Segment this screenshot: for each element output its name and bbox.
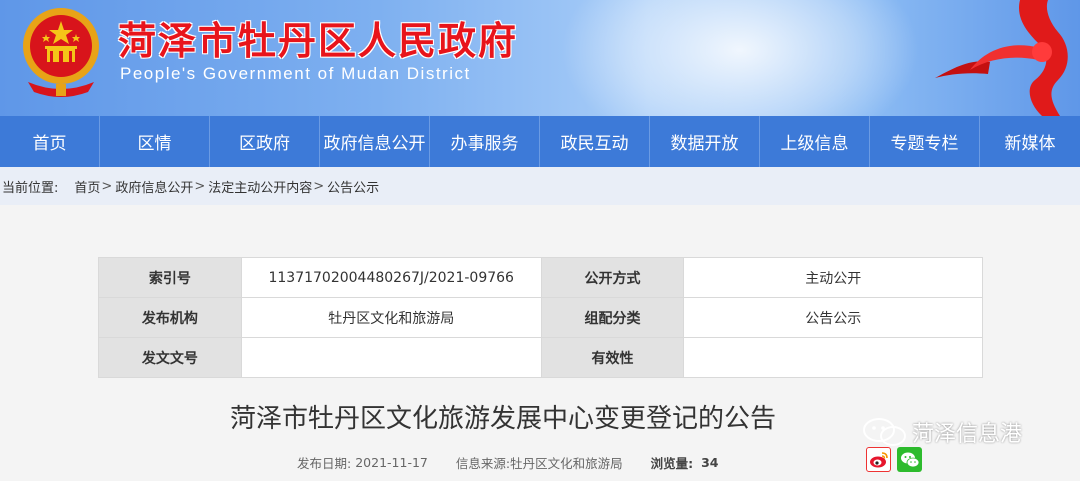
- breadcrumb-gov-info[interactable]: 政府信息公开: [115, 177, 193, 196]
- index-number-value: 11371702004480267J/2021-09766: [240, 257, 542, 298]
- nav-item-gov-info-disclosure[interactable]: 政府信息公开: [320, 116, 430, 167]
- source-value: 牡丹区文化和旅游局: [510, 456, 623, 471]
- breadcrumb: 当前位置: 首页 > 政府信息公开 > 法定主动公开内容 > 公告公示: [0, 167, 1080, 205]
- nav-item-new-media[interactable]: 新媒体: [980, 116, 1080, 167]
- publish-date-label: 发布日期:: [297, 456, 352, 471]
- nav-item-home[interactable]: 首页: [0, 116, 100, 167]
- validity-label: 有效性: [540, 337, 685, 378]
- category-value: 公告公示: [683, 297, 983, 338]
- breadcrumb-home[interactable]: 首页: [74, 177, 100, 196]
- publish-date-value: 2021-11-17: [355, 455, 428, 470]
- header-decoration: [560, 0, 920, 116]
- article-content: 索引号 11371702004480267J/2021-09766 公开方式 主…: [0, 205, 1080, 481]
- breadcrumb-separator: >: [101, 178, 113, 194]
- article-title: 菏泽市牡丹区文化旅游发展中心变更登记的公告: [230, 404, 777, 434]
- document-number-value: [240, 337, 542, 378]
- publishing-org-value: 牡丹区文化和旅游局: [240, 297, 542, 338]
- nav-item-open-data[interactable]: 数据开放: [650, 116, 760, 167]
- nav-item-superior-info[interactable]: 上级信息: [760, 116, 870, 167]
- disclosure-method-label: 公开方式: [540, 257, 685, 298]
- share-buttons: [866, 447, 922, 472]
- watermark-text: 菏泽信息港: [912, 422, 1023, 447]
- table-row: 发布机构 牡丹区文化和旅游局 组配分类 公告公示: [98, 297, 983, 338]
- breadcrumb-separator: >: [313, 178, 325, 194]
- red-ribbon-decoration: [935, 0, 1068, 116]
- index-number-label: 索引号: [98, 257, 242, 298]
- site-title-chinese: 菏泽市牡丹区人民政府: [118, 19, 519, 63]
- breadcrumb-announcements[interactable]: 公告公示: [327, 177, 379, 196]
- site-header: 菏泽市牡丹区人民政府 People's Government of Mudan …: [0, 0, 1080, 116]
- breadcrumb-statutory-disclosure[interactable]: 法定主动公开内容: [208, 177, 312, 196]
- breadcrumb-separator: >: [194, 178, 206, 194]
- site-title-english: People's Government of Mudan District: [120, 64, 471, 83]
- publication-info: 发布日期: 2021-11-17 信息来源: 牡丹区文化和旅游局 浏览量: 34: [297, 453, 719, 472]
- wechat-icon: [863, 418, 906, 446]
- document-number-label: 发文文号: [98, 337, 242, 378]
- table-row: 发文文号 有效性: [98, 337, 983, 378]
- publishing-org-label: 发布机构: [98, 297, 242, 338]
- weibo-icon: [869, 451, 888, 467]
- breadcrumb-label: 当前位置:: [2, 180, 59, 196]
- nav-item-interaction[interactable]: 政民互动: [540, 116, 650, 167]
- wechat-icon: [900, 452, 919, 467]
- document-metadata-table: 索引号 11371702004480267J/2021-09766 公开方式 主…: [98, 257, 983, 378]
- nav-item-special-topics[interactable]: 专题专栏: [870, 116, 980, 167]
- source-label: 信息来源:: [455, 456, 511, 471]
- watermark: 菏泽信息港: [862, 416, 1022, 448]
- national-emblem-icon[interactable]: [18, 4, 104, 100]
- table-row: 索引号 11371702004480267J/2021-09766 公开方式 主…: [98, 257, 983, 298]
- main-navigation: 首页 区情 区政府 政府信息公开 办事服务 政民互动 数据开放 上级信息 专题专…: [0, 116, 1080, 167]
- share-weibo-button[interactable]: [866, 447, 891, 472]
- nav-item-district-info[interactable]: 区情: [100, 116, 210, 167]
- disclosure-method-value: 主动公开: [683, 257, 983, 298]
- category-label: 组配分类: [540, 297, 685, 338]
- nav-item-district-government[interactable]: 区政府: [210, 116, 320, 167]
- validity-value: [683, 337, 983, 378]
- views-count: 34: [701, 455, 719, 470]
- nav-item-services[interactable]: 办事服务: [430, 116, 540, 167]
- views-label: 浏览量:: [650, 456, 694, 471]
- share-wechat-button[interactable]: [897, 447, 922, 472]
